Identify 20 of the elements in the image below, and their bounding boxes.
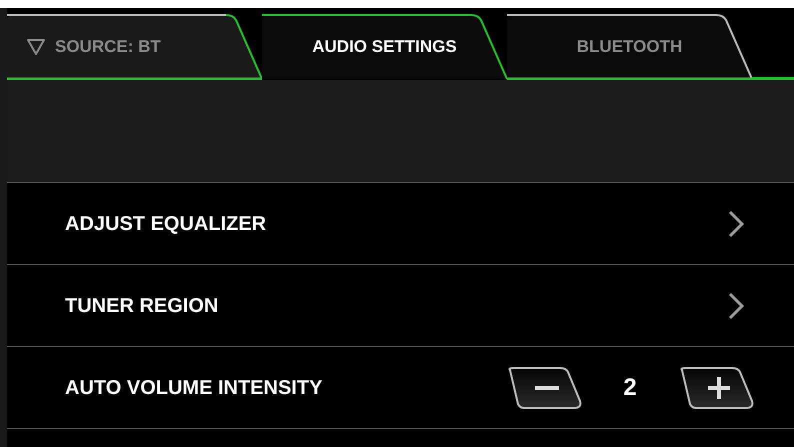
row-label: AUTO VOLUME INTENSITY	[65, 376, 324, 400]
stepper-value: 2	[622, 372, 638, 402]
increase-button[interactable]	[678, 366, 754, 408]
tab-divider	[470, 14, 507, 80]
settings-row[interactable]: ADJUST EQUALIZER	[7, 183, 794, 265]
decrease-button[interactable]	[506, 366, 582, 408]
minus-icon	[535, 386, 559, 390]
settings-row[interactable]: TUNER REGION	[7, 265, 794, 347]
tab[interactable]: BLUETOOTH	[507, 14, 752, 80]
plus-icon	[708, 376, 730, 398]
tab[interactable]: SOURCE: BT	[7, 14, 262, 80]
tab-divider	[716, 14, 752, 80]
settings-row[interactable]: AUTO VOLUME INTENSITY 2	[7, 347, 794, 429]
tab[interactable]: AUDIO SETTINGS	[262, 14, 507, 80]
tab-divider	[226, 14, 262, 80]
chevron-right-icon	[728, 292, 744, 320]
triangle-icon	[27, 39, 45, 55]
row-label: ADJUST EQUALIZER	[65, 212, 268, 236]
row-label: TUNER REGION	[65, 294, 220, 318]
chevron-right-icon	[728, 210, 744, 238]
